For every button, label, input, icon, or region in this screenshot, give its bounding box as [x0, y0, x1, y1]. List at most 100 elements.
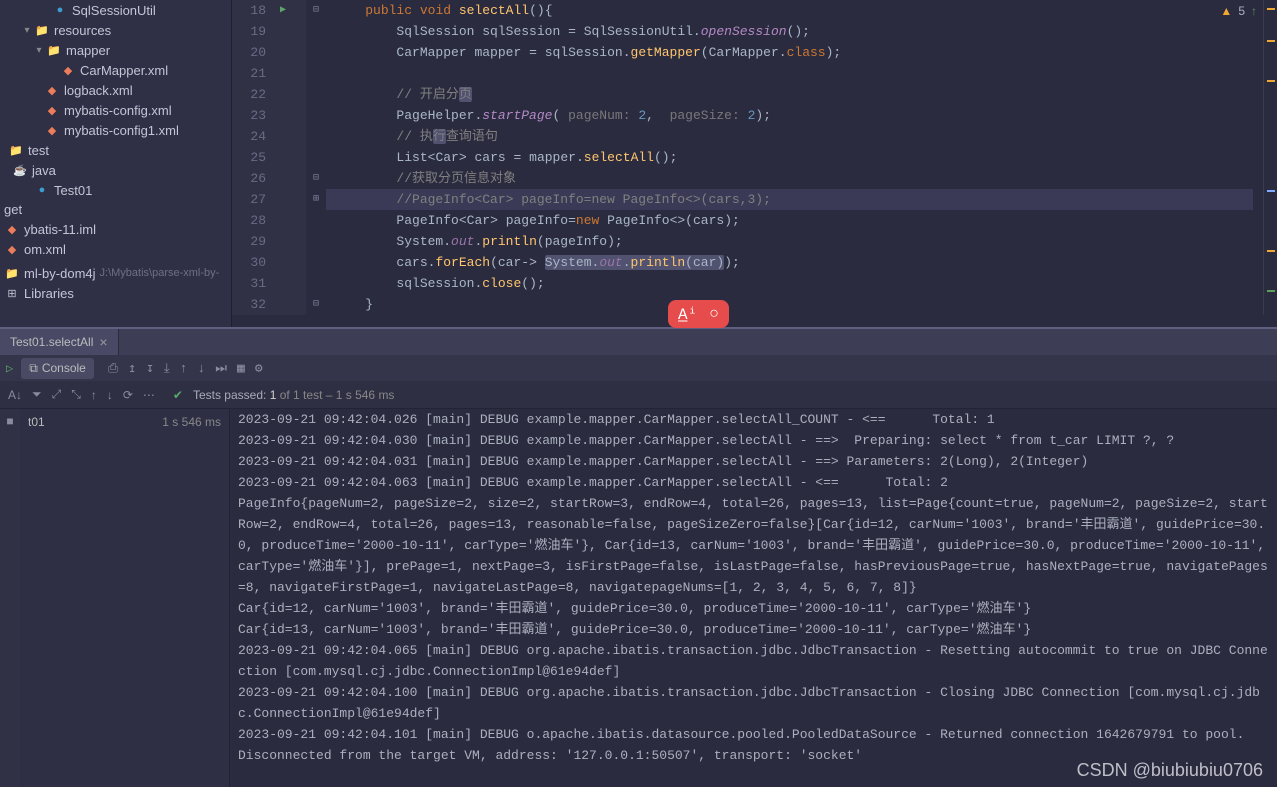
folder-icon: 📁 — [4, 265, 20, 281]
code-line[interactable]: System.out.println(pageInfo); — [326, 231, 1253, 252]
gutter-run-icon[interactable]: ▶ — [280, 0, 306, 21]
line-number[interactable]: 27 — [238, 189, 266, 210]
line-number[interactable]: 28 — [238, 210, 266, 231]
error-stripe[interactable] — [1263, 0, 1277, 315]
chevron-down-icon[interactable]: ▾ — [34, 45, 44, 56]
close-icon[interactable]: × — [99, 334, 107, 350]
console-line: 2023-09-21 09:42:04.026 [main] DEBUG exa… — [238, 409, 1269, 430]
console-line: Car{id=13, carNum='1003', brand='丰田霸道', … — [238, 619, 1269, 640]
line-number[interactable]: 19 — [238, 21, 266, 42]
code-line[interactable]: PageInfo<Car> pageInfo=new PageInfo<>(ca… — [326, 210, 1253, 231]
line-number[interactable]: 20 — [238, 42, 266, 63]
tree-item[interactable]: ☕java — [0, 160, 231, 180]
code-line[interactable]: cars.forEach(car-> System.out.println(ca… — [326, 252, 1253, 273]
line-number-gutter[interactable]: 181920212223242526272829303132 — [232, 0, 280, 315]
line-number[interactable]: 31 — [238, 273, 266, 294]
tree-item[interactable]: ▾📁mapper — [0, 40, 231, 60]
code-line[interactable]: CarMapper mapper = sqlSession.getMapper(… — [326, 42, 1253, 63]
line-number[interactable]: 25 — [238, 147, 266, 168]
fold-icon[interactable]: ⊟ — [306, 168, 326, 189]
xml-file-icon: ◆ — [44, 82, 60, 98]
next-icon[interactable]: ↓ — [197, 361, 205, 376]
fold-icon[interactable]: ⊞ — [306, 189, 326, 210]
line-number[interactable]: 23 — [238, 105, 266, 126]
tree-item[interactable]: ●Test01 — [0, 180, 231, 200]
import-icon[interactable]: ⤓ — [164, 361, 170, 376]
project-sidebar[interactable]: ●SqlSessionUtil▾📁resources▾📁mapper◆CarMa… — [0, 0, 232, 327]
rerun-icon[interactable]: ▷ — [6, 361, 13, 376]
code-line[interactable]: // 开启分页 — [326, 84, 1253, 105]
line-number[interactable]: 32 — [238, 294, 266, 315]
filter-icon[interactable]: ⏷ — [32, 387, 42, 402]
test-tree[interactable]: t01 1 s 546 ms — [20, 409, 230, 787]
tree-item[interactable]: get — [0, 200, 231, 219]
code-line[interactable]: PageHelper.startPage( pageNum: 2, pageSi… — [326, 105, 1253, 126]
search-icon[interactable]: ○ — [709, 305, 719, 323]
line-number[interactable]: 30 — [238, 252, 266, 273]
run-tab[interactable]: Test01.selectAll × — [0, 329, 119, 355]
line-number[interactable]: 22 — [238, 84, 266, 105]
collapse-icon[interactable]: ⤡ — [71, 387, 81, 402]
export-icon[interactable]: ⎙ — [108, 361, 118, 376]
console-output[interactable]: 2023-09-21 09:42:04.026 [main] DEBUG exa… — [230, 409, 1277, 787]
layout-icon[interactable]: ▦ — [237, 361, 245, 376]
tree-item[interactable]: ◆CarMapper.xml — [0, 60, 231, 80]
console-line: 2023-09-21 09:42:04.100 [main] DEBUG org… — [238, 682, 1269, 724]
console-line: Car{id=12, carNum='1003', brand='丰田霸道', … — [238, 598, 1269, 619]
test-tree-row[interactable]: t01 1 s 546 ms — [26, 413, 223, 431]
code-line[interactable]: //获取分页信息对象 — [326, 168, 1253, 189]
chevron-down-icon[interactable]: ▾ — [22, 25, 32, 36]
ocr-icon[interactable]: A̲ⁱ — [678, 304, 697, 324]
prev-failed-icon[interactable]: ↑ — [91, 388, 97, 402]
tree-item[interactable]: 📁ml-by-dom4jJ:\Mybatis\parse-xml-by- — [0, 263, 231, 283]
tree-item[interactable]: ◆mybatis-config.xml — [0, 100, 231, 120]
tree-item[interactable]: ●SqlSessionUtil — [0, 0, 231, 20]
tree-item[interactable]: ⊞Libraries — [0, 283, 231, 303]
test-tree-time: 1 s 546 ms — [162, 415, 221, 429]
screenshot-tool-overlay[interactable]: A̲ⁱ ○ — [668, 300, 729, 328]
up-icon[interactable]: ↥ — [128, 361, 136, 376]
fold-icon[interactable]: ⊟ — [306, 294, 326, 315]
tree-item[interactable]: 📁test — [0, 140, 231, 160]
fold-icon[interactable]: ⊟ — [306, 0, 326, 21]
ok-icon: ✔ — [173, 388, 183, 402]
tree-item[interactable]: ◆ybatis-11.iml — [0, 219, 231, 239]
fold-gutter[interactable]: ⊟⊟⊞⊟ — [306, 0, 326, 315]
line-number[interactable]: 29 — [238, 231, 266, 252]
code-editor[interactable]: ▲ 5 ↑ ↓ 181920212223242526272829303132 ▶… — [232, 0, 1277, 327]
tree-item[interactable]: ◆mybatis-config1.xml — [0, 120, 231, 140]
sort-icon[interactable]: A↓ — [8, 388, 22, 402]
class-icon: ● — [52, 2, 68, 18]
tree-item-label: mapper — [66, 43, 110, 58]
history-icon[interactable]: ⟳ — [123, 388, 133, 402]
run-gutter[interactable]: ▶ — [280, 0, 306, 315]
code-line[interactable] — [326, 63, 1253, 84]
code-line[interactable]: public void selectAll(){ — [326, 0, 1253, 21]
line-number[interactable]: 18 — [238, 0, 266, 21]
fast-icon[interactable]: ⏭ — [215, 361, 227, 376]
test-tree-label: t01 — [28, 415, 45, 429]
code-line[interactable]: SqlSession sqlSession = SqlSessionUtil.o… — [326, 21, 1253, 42]
run-tab-label: Test01.selectAll — [10, 335, 93, 349]
expand-icon[interactable]: ⤢ — [52, 387, 62, 402]
tree-item-label: get — [4, 202, 22, 217]
line-number[interactable]: 21 — [238, 63, 266, 84]
code-line[interactable]: //PageInfo<Car> pageInfo=new PageInfo<>(… — [326, 189, 1253, 210]
code-line[interactable]: // 执行查询语句 — [326, 126, 1253, 147]
code-content[interactable]: public void selectAll(){ SqlSession sqlS… — [326, 0, 1263, 315]
next-failed-icon[interactable]: ↓ — [107, 388, 113, 402]
settings-icon[interactable]: ⚙ — [255, 361, 263, 376]
line-number[interactable]: 24 — [238, 126, 266, 147]
prev-icon[interactable]: ↑ — [180, 361, 188, 376]
console-tab[interactable]: ⧉ Console — [21, 358, 94, 379]
tree-item[interactable]: ◆logback.xml — [0, 80, 231, 100]
more-icon[interactable]: ⋯ — [143, 388, 155, 402]
code-line[interactable]: List<Car> cars = mapper.selectAll(); — [326, 147, 1253, 168]
code-line[interactable]: } — [326, 294, 1253, 315]
line-number[interactable]: 26 — [238, 168, 266, 189]
stop-icon[interactable]: ■ — [6, 415, 13, 429]
code-line[interactable]: sqlSession.close(); — [326, 273, 1253, 294]
tree-item[interactable]: ▾📁resources — [0, 20, 231, 40]
tree-item[interactable]: ◆om.xml — [0, 239, 231, 259]
down-icon[interactable]: ↧ — [146, 361, 154, 376]
